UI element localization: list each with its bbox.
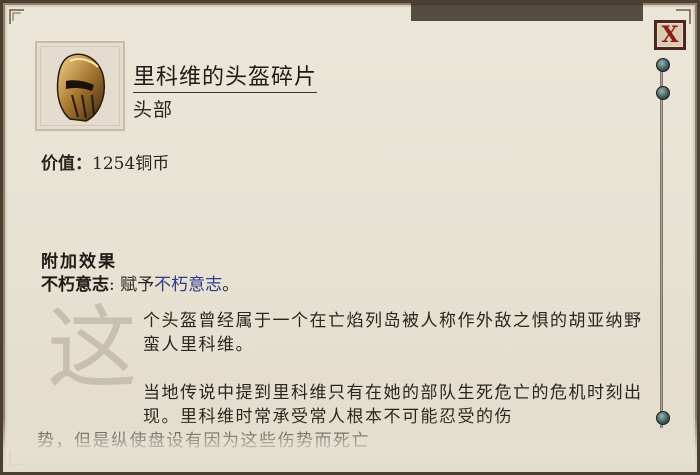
description-paragraph: 当地传说中提到里科维只有在她的部队生死危亡的危机时刻出现。里科维时常承受常人根本… — [143, 383, 643, 427]
effect-link[interactable]: 不朽意志 — [154, 275, 222, 295]
scroll-down-knob[interactable] — [656, 411, 670, 425]
scrollbar-rail[interactable] — [660, 68, 663, 428]
scrollbar[interactable] — [656, 58, 670, 438]
effect-separator: : 赋予 — [109, 275, 155, 295]
scroll-thumb[interactable] — [656, 86, 670, 100]
price-value: 1254铜币 — [92, 154, 170, 174]
item-price: 价值：1254铜币 — [41, 149, 169, 174]
scroll-up-knob[interactable] — [656, 58, 670, 72]
drop-cap: 这 — [47, 296, 137, 401]
price-label: 价值： — [41, 154, 92, 174]
item-slot: 头部 — [133, 99, 174, 121]
effect-entry: 不朽意志: 赋予不朽意志。 — [41, 270, 239, 295]
item-name: 里科维的头盔碎片 — [133, 65, 318, 93]
header-bar-remnant — [411, 3, 643, 21]
effect-end: 。 — [222, 275, 240, 295]
helmet-icon — [56, 53, 106, 122]
item-icon-frame — [35, 41, 125, 131]
item-tooltip-window: 里科维的头盔碎片 头部 价值：1254铜币 附加效果 不朽意志: 赋予不朽意志。… — [0, 0, 700, 475]
effects-heading: 附加效果 — [41, 252, 117, 272]
description-paragraph: 势，但是纵使盘设有因为这些伤势而死亡 — [37, 431, 370, 451]
effect-name: 不朽意志 — [41, 275, 109, 295]
description-paragraph: 个头盔曾经属于一个在亡焰列岛被人称作外敌之惧的胡亚纳野蛮人里科维。 — [143, 311, 643, 355]
corner-ornament — [9, 9, 24, 24]
close-button[interactable]: X — [655, 21, 685, 49]
corner-ornament — [9, 451, 24, 466]
